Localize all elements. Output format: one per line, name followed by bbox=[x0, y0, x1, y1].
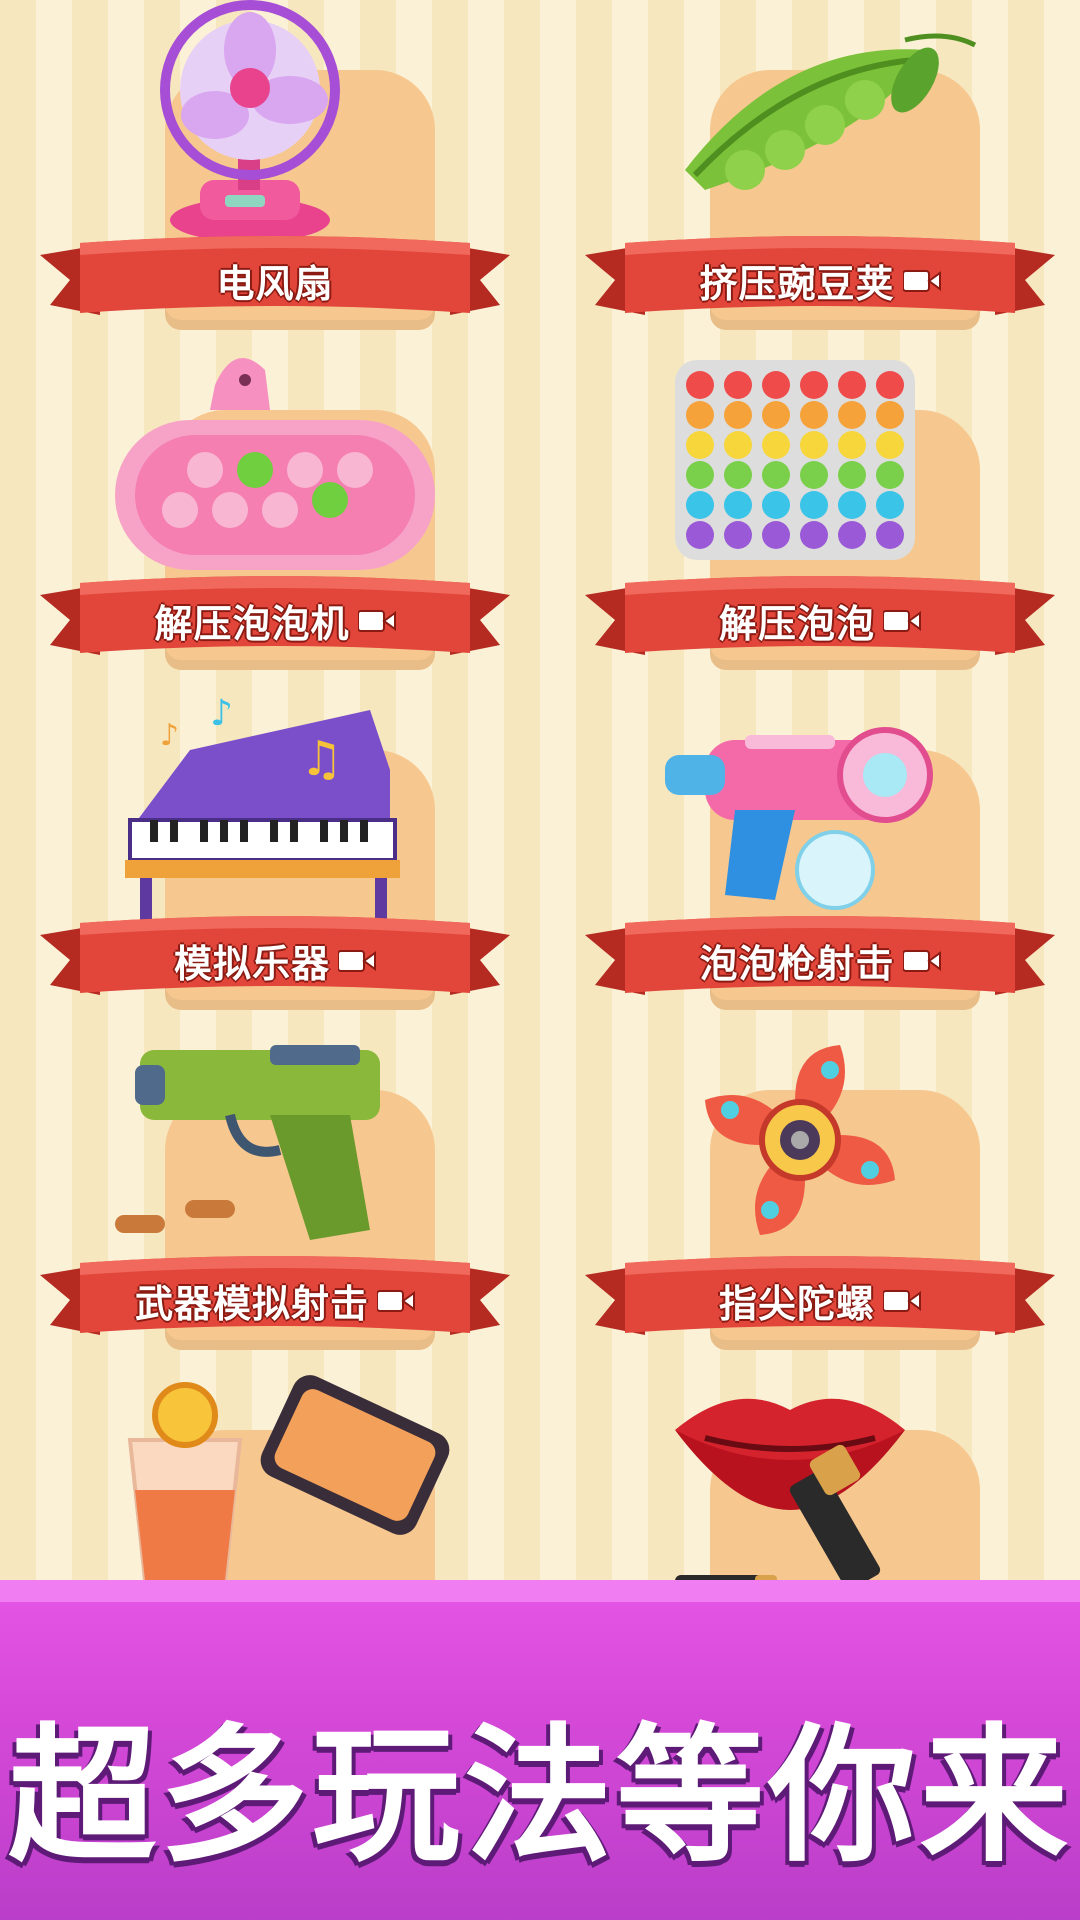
game-card-rainbow-pop[interactable]: 解压泡泡 bbox=[585, 340, 1055, 670]
video-camera-icon bbox=[902, 948, 941, 974]
pop-bubble bbox=[838, 431, 866, 459]
pop-it-gamepad-icon bbox=[115, 358, 435, 570]
pop-bubble bbox=[762, 401, 790, 429]
pop-bubble bbox=[762, 431, 790, 459]
pop-bubble bbox=[838, 371, 866, 399]
lipstick-lips-icon bbox=[675, 1398, 905, 1580]
game-card-bubble-gun[interactable]: 泡泡枪射击 bbox=[585, 680, 1055, 1010]
game-title: 泡泡枪射击 bbox=[699, 942, 895, 986]
pop-bubble bbox=[686, 521, 714, 549]
pop-bubble bbox=[724, 371, 752, 399]
pop-bubble bbox=[876, 431, 904, 459]
game-card-piano[interactable]: ♫ ♪ ♪ 模拟乐器 bbox=[40, 680, 510, 1010]
video-camera-icon bbox=[377, 1288, 415, 1314]
pop-bubble bbox=[800, 521, 828, 549]
title-ribbon: 挤压豌豆荚 bbox=[585, 235, 1055, 325]
game-card-juice[interactable] bbox=[40, 1360, 510, 1580]
pop-bubble bbox=[838, 461, 866, 489]
game-title: 电风扇 bbox=[216, 262, 334, 306]
video-camera-icon bbox=[357, 608, 396, 634]
title-ribbon: 解压泡泡机 bbox=[40, 575, 510, 665]
pop-bubble bbox=[724, 491, 752, 519]
pop-bubble bbox=[838, 401, 866, 429]
pop-bubble bbox=[686, 461, 714, 489]
fidget-spinner-icon bbox=[705, 1045, 895, 1235]
pop-bubble bbox=[724, 521, 752, 549]
pop-bubble bbox=[838, 491, 866, 519]
pop-bubble bbox=[838, 521, 866, 549]
game-title: 挤压豌豆荚 bbox=[699, 262, 895, 306]
title-ribbon: 电风扇 bbox=[40, 235, 510, 325]
game-card-pea-pod[interactable]: 挤压豌豆荚 bbox=[585, 0, 1055, 330]
svg-text:♪: ♪ bbox=[210, 693, 233, 734]
piano-icon: ♫ ♪ ♪ bbox=[125, 693, 400, 928]
pop-bubble bbox=[762, 491, 790, 519]
juice-phone-icon bbox=[127, 1375, 450, 1580]
pop-bubble bbox=[876, 491, 904, 519]
pop-bubble bbox=[686, 431, 714, 459]
pop-bubble bbox=[800, 491, 828, 519]
title-ribbon: 解压泡泡 bbox=[585, 575, 1055, 665]
title-ribbon: 指尖陀螺 bbox=[585, 1255, 1055, 1345]
bubble-gun-icon bbox=[665, 727, 933, 910]
svg-text:♫: ♫ bbox=[300, 731, 343, 787]
pop-bubble bbox=[686, 491, 714, 519]
video-camera-icon bbox=[902, 268, 941, 294]
video-camera-icon bbox=[883, 608, 921, 634]
pop-bubble bbox=[724, 401, 752, 429]
game-title: 解压泡泡机 bbox=[154, 602, 350, 646]
pea-pod-icon bbox=[685, 33, 977, 190]
title-ribbon: 武器模拟射击 bbox=[40, 1255, 510, 1345]
pop-bubble bbox=[762, 371, 790, 399]
game-card-lipstick[interactable] bbox=[585, 1360, 1055, 1580]
promo-banner: 超多玩法等你来 bbox=[0, 1580, 1080, 1920]
svg-text:♪: ♪ bbox=[160, 718, 179, 753]
pop-bubble bbox=[686, 371, 714, 399]
game-title: 模拟乐器 bbox=[173, 942, 330, 986]
banner-stripe bbox=[0, 1580, 1080, 1602]
pop-bubble bbox=[876, 401, 904, 429]
pop-bubble bbox=[800, 431, 828, 459]
pop-bubble bbox=[762, 461, 790, 489]
game-card-fidget-spinner[interactable]: 指尖陀螺 bbox=[585, 1020, 1055, 1350]
title-ribbon: 泡泡枪射击 bbox=[585, 915, 1055, 1005]
toy-pistol-icon bbox=[115, 1045, 380, 1240]
pop-bubble bbox=[800, 461, 828, 489]
video-camera-icon bbox=[883, 1288, 921, 1314]
pop-bubble bbox=[800, 401, 828, 429]
game-grid: 电风扇 挤压豌豆荚 解压泡泡机 解压泡泡 ♫ ♪ ♪ 模拟乐器 泡泡枪射击 武器… bbox=[0, 0, 1080, 1580]
pop-bubble bbox=[800, 371, 828, 399]
video-camera-icon bbox=[338, 948, 376, 974]
title-ribbon: 模拟乐器 bbox=[40, 915, 510, 1005]
game-title: 武器模拟射击 bbox=[134, 1282, 369, 1326]
pop-bubble bbox=[762, 521, 790, 549]
game-title: 解压泡泡 bbox=[718, 602, 875, 646]
rainbow-pop-it-icon bbox=[675, 360, 915, 560]
pop-bubble bbox=[876, 521, 904, 549]
pop-bubble bbox=[686, 401, 714, 429]
game-title: 指尖陀螺 bbox=[718, 1282, 875, 1326]
pop-bubble bbox=[876, 461, 904, 489]
pop-bubble bbox=[724, 461, 752, 489]
game-card-pistol[interactable]: 武器模拟射击 bbox=[40, 1020, 510, 1350]
pop-bubble bbox=[876, 371, 904, 399]
pop-bubble bbox=[724, 431, 752, 459]
banner-text: 超多玩法等你来 bbox=[8, 1710, 1072, 1882]
game-card-pop-machine[interactable]: 解压泡泡机 bbox=[40, 340, 510, 670]
game-card-fan[interactable]: 电风扇 bbox=[40, 0, 510, 330]
desk-fan-icon bbox=[160, 0, 340, 242]
